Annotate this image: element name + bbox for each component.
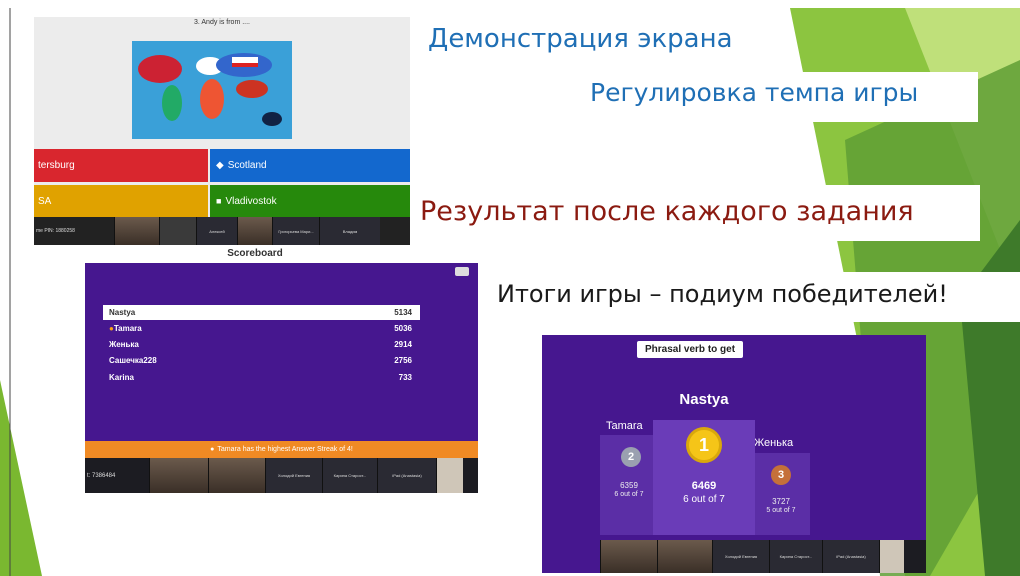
video-tile-man	[237, 217, 272, 245]
player-name: ●Tamara	[109, 324, 142, 333]
video-strip: t: 7386484 Холодий Евгения Карина Старос…	[85, 458, 478, 493]
answer-st-petersburg[interactable]: tersburg	[34, 149, 208, 182]
next-button[interactable]	[455, 267, 469, 276]
third-place-medal: 3	[771, 465, 791, 485]
third-place-score: 3727	[772, 497, 790, 506]
video-tile-cat	[436, 458, 463, 493]
video-tile-teacher	[149, 458, 208, 493]
second-place-medal: 2	[621, 447, 641, 467]
scoreboard-row: Женька 2914	[103, 337, 420, 352]
player-name: Nastya	[109, 308, 136, 317]
winner-score: 6469	[691, 480, 717, 492]
game-pin: t: 7386484	[87, 472, 116, 479]
screenshot-scoreboard: Scoreboard Nastya 5134 ●Tamara 5036 Жень…	[85, 245, 478, 493]
streak-flame-icon: ●	[210, 446, 215, 453]
answer-label: Vladivostok	[225, 195, 277, 207]
first-place-medal: 1	[686, 427, 722, 463]
screenshot-podium: Phrasal verb to get Nastya Tamara Женька…	[542, 335, 926, 573]
winner-correct: 6 out of 7	[683, 494, 725, 505]
title-pace: Регулировка темпа игры	[590, 78, 919, 107]
player-score: 5134	[394, 308, 412, 317]
video-strip: me PIN: 1880258 Алексей Григорьева Мари.…	[34, 217, 410, 245]
game-pin: me PIN: 1880258	[36, 228, 75, 234]
second-place-name: Tamara	[606, 420, 643, 432]
answer-scotland[interactable]: ◆ Scotland	[210, 149, 410, 182]
player-name: Сашечка228	[109, 356, 157, 365]
video-tile-man	[657, 540, 712, 573]
video-tile-name: Владим	[319, 217, 380, 245]
diamond-icon: ◆	[216, 160, 224, 171]
screenshot-quiz-question: 3. Andy is from .... tersburg ◆ Scotland…	[34, 17, 410, 245]
video-tile-name: Карина Старост...	[322, 458, 377, 493]
title-podium: Итоги игры – подиум победителей!	[497, 280, 948, 308]
streak-text: Tamara has the highest Answer Streak of …	[217, 446, 353, 453]
scoreboard-row: ●Tamara 5036	[103, 321, 420, 336]
video-tile-name: Холодий Евгения	[265, 458, 322, 493]
title-result: Результат после каждого задания	[420, 196, 914, 227]
player-score: 733	[398, 373, 412, 382]
player-score: 2756	[394, 356, 412, 365]
answer-label: tersburg	[38, 160, 75, 171]
video-tile-name: Григорьева Мари...	[272, 217, 319, 245]
video-tile-name: Карина Старост...	[769, 540, 822, 573]
answer-label: Scotland	[227, 160, 267, 171]
player-name: Karina	[109, 373, 134, 382]
player-score: 2914	[394, 340, 412, 349]
scoreboard-row: Karina 733	[103, 370, 420, 385]
answer-usa[interactable]: SA	[34, 185, 208, 217]
video-tile-name: Алексей	[196, 217, 237, 245]
answer-label: SA	[38, 195, 52, 207]
video-tile-man	[208, 458, 265, 493]
third-place-name: Женька	[754, 437, 794, 449]
video-tile-name: Холодий Евгения	[712, 540, 769, 573]
scoreboard-title: Scoreboard	[227, 248, 283, 259]
video-tile-teacher	[600, 540, 657, 573]
video-tile-name: iPad (Anastasia)	[377, 458, 436, 493]
answer-vladivostok[interactable]: ■ Vladivostok	[210, 185, 410, 217]
winner-name: Nastya	[679, 391, 729, 408]
video-tile-teacher	[114, 217, 159, 245]
question-text: 3. Andy is from ....	[193, 19, 251, 26]
scoreboard-row: Nastya 5134	[103, 305, 420, 320]
video-strip: Холодий Евгения Карина Старост... iPad (…	[600, 540, 926, 573]
green-corner-left	[0, 380, 42, 576]
second-place-correct: 6 out of 7	[614, 491, 644, 498]
scoreboard-row: Сашечка228 2756	[103, 353, 420, 368]
second-place-score: 6359	[620, 481, 638, 490]
player-name: Женька	[109, 340, 139, 349]
quiz-title-chip: Phrasal verb to get	[637, 341, 744, 358]
title-screen-demo: Демонстрация экрана	[428, 24, 733, 54]
video-tile-name: iPad (Anastasia)	[822, 540, 879, 573]
third-place-correct: 5 out of 7	[766, 507, 796, 514]
video-tile	[159, 217, 196, 245]
streak-banner: ● Tamara has the highest Answer Streak o…	[85, 441, 478, 458]
world-map-image	[132, 41, 292, 139]
player-score: 5036	[394, 324, 412, 333]
video-tile-cat	[879, 540, 904, 573]
